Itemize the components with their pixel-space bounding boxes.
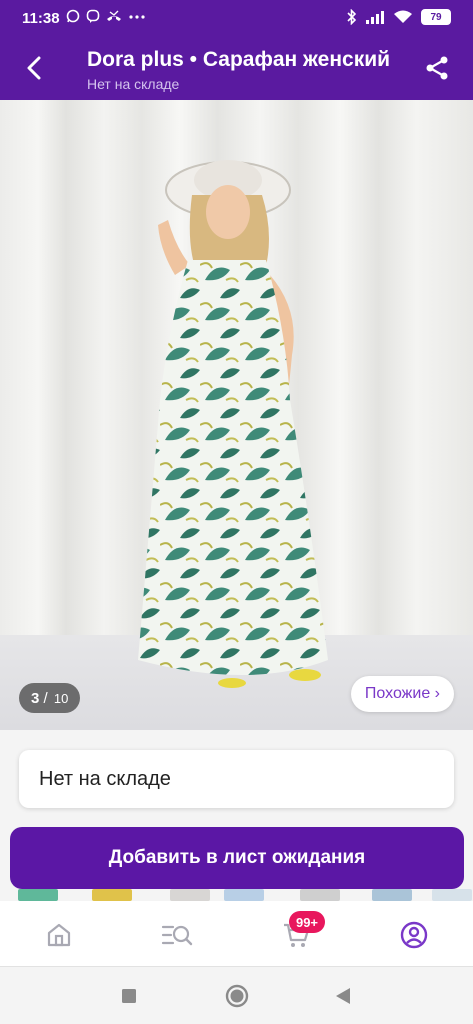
add-to-waitlist-label: Добавить в лист ожидания — [108, 847, 366, 868]
similar-button[interactable]: Похожие › — [350, 676, 454, 712]
status-notification-icons — [66, 9, 146, 23]
nav-profile[interactable] — [398, 919, 430, 951]
stock-status-label: Нет на складе — [39, 767, 171, 790]
share-icon — [426, 56, 448, 80]
profile-icon — [400, 921, 428, 949]
cart-badge: 99+ — [289, 911, 325, 933]
status-time: 11:38 — [22, 10, 60, 27]
triangle-back-icon — [336, 988, 350, 1004]
page-subtitle: Нет на складе — [87, 76, 180, 92]
related-thumb — [432, 889, 472, 901]
stock-status-card: Нет на складе — [19, 750, 454, 808]
gallery-total: 10 — [53, 690, 69, 706]
app-header: Dora plus • Сарафан женский Нет на склад… — [0, 38, 473, 100]
gallery-counter: 3 / 10 — [19, 683, 81, 713]
related-thumb — [170, 889, 210, 901]
related-thumb — [18, 889, 58, 901]
status-system-icons: 79 — [347, 9, 451, 25]
back-system-button[interactable] — [330, 983, 356, 1009]
bluetooth-icon — [347, 9, 357, 25]
gallery-separator: / — [43, 689, 48, 707]
square-icon — [122, 989, 136, 1003]
signal-icon — [366, 11, 384, 24]
battery-indicator: 79 — [421, 9, 451, 25]
wifi-icon — [394, 10, 412, 23]
status-bar: 11:38 79 — [0, 0, 473, 38]
home-icon — [47, 923, 71, 947]
product-photo[interactable]: 3 / 10 Похожие › — [0, 100, 473, 730]
related-thumb — [224, 889, 264, 901]
add-to-waitlist-button[interactable]: Добавить в лист ожидания — [10, 827, 464, 889]
page-title: Dora plus • Сарафан женский — [87, 48, 391, 71]
system-navigation — [0, 967, 473, 1024]
home-button[interactable] — [224, 983, 250, 1009]
viber-icon — [86, 9, 100, 23]
recent-apps-button[interactable] — [116, 983, 142, 1009]
related-thumb — [300, 889, 340, 901]
related-thumb — [92, 889, 132, 901]
nav-catalog[interactable] — [161, 919, 193, 951]
related-thumb — [372, 889, 412, 901]
back-button[interactable] — [18, 52, 50, 84]
more-dots-icon — [129, 15, 145, 19]
catalog-search-icon — [161, 925, 193, 946]
gallery-current: 3 — [31, 689, 40, 707]
related-products-strip — [0, 889, 473, 901]
share-button[interactable] — [421, 52, 453, 84]
nav-home[interactable] — [43, 919, 75, 951]
whatsapp-icon — [66, 9, 80, 23]
model-illustration — [138, 160, 328, 688]
circle-icon — [225, 984, 249, 1008]
bottom-navigation: 99+ — [0, 901, 473, 967]
back-arrow-icon — [27, 56, 41, 80]
missed-call-icon — [107, 10, 121, 21]
